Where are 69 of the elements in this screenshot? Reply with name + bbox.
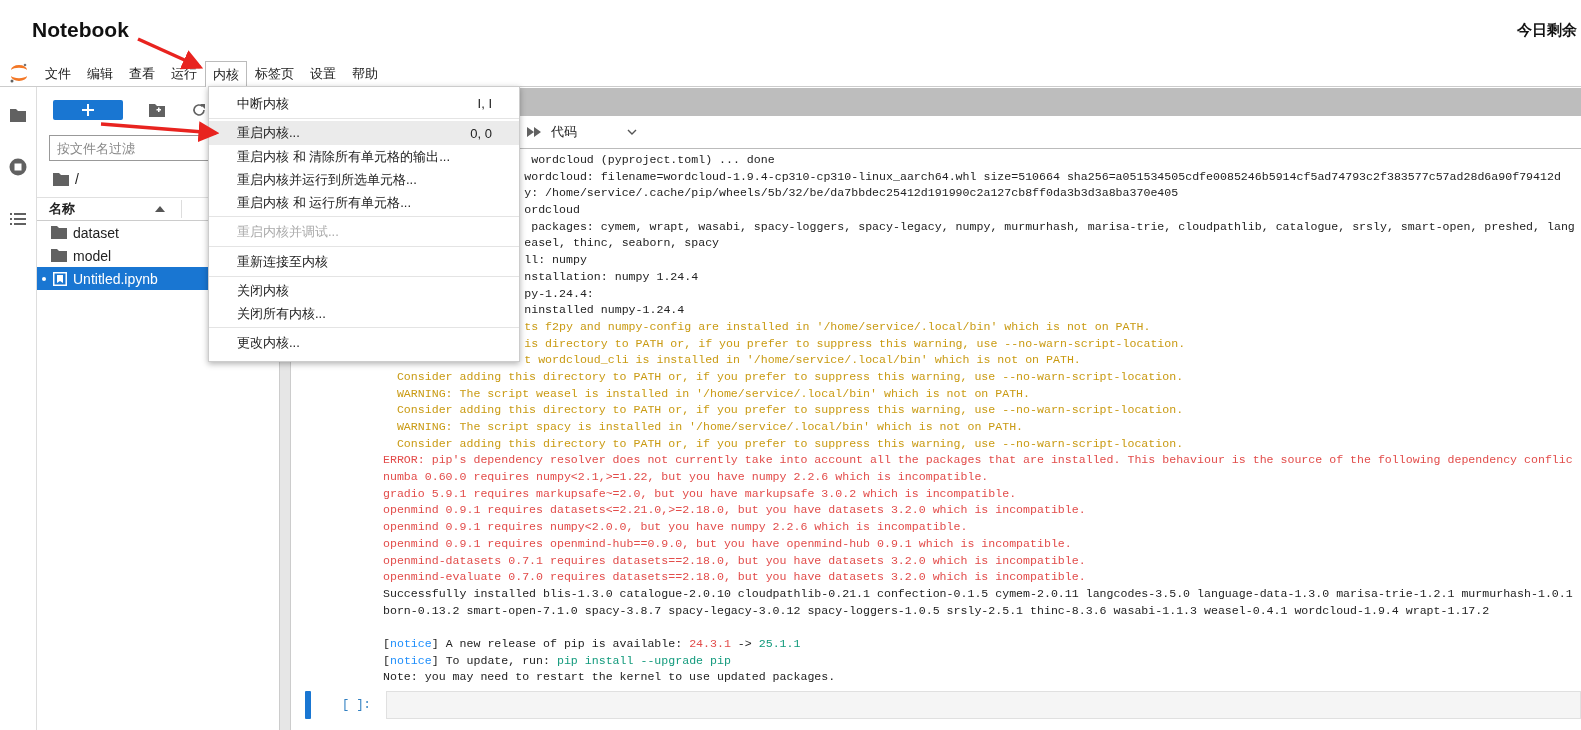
output-line: py-1.24.4: [524,285,595,302]
chevron-down-icon[interactable] [627,129,637,135]
output-line: Consider adding this directory to PATH or, if you prefer to suppress this warning, use --no-warn-script-location. [395,402,1185,419]
plus-icon [82,104,94,116]
menu-bar-item[interactable]: 设置 [302,60,344,86]
folder-icon [51,249,67,262]
breadcrumb-link[interactable]: / [75,171,79,187]
cell-prompt: [ ]: [342,698,372,712]
output-line: Note: you may need to restart the kernel to use updated packages. [383,669,837,686]
page-title: Notebook [32,18,129,42]
output-line: Successfully installed blis-1.3.0 catalogue-2.0.10 cloudpathlib-0.21.1 confection-0.1.5 cymem-2.0.11 langcodes-3.5.0 language-data-1.3.0 marisa-trie-1.2.1 murmurhash-1.0.1 [383,585,1574,602]
menu-bar-item[interactable]: 文件 [37,60,79,86]
output-line: openmind 0.9.1 requires openmind-hub==0.9.0, but you have openmind-hub 0.9.1 which is incompatible. [383,535,1073,552]
shortcut-label: I, I [477,96,492,111]
menu-bar-item[interactable]: 查看 [121,60,163,86]
menu-item[interactable]: 重启内核并运行到所选单元格... [209,168,519,191]
refresh-icon[interactable] [191,102,207,118]
output-line: nstallation: numpy 1.24.4 [524,268,700,285]
output-line: openmind-evaluate 0.7.0 requires datasets==2.18.0, but you have datasets 3.2.0 which is incompatible. [383,569,1087,586]
menu-item[interactable]: 关闭所有内核... [209,302,519,325]
output-line: wordcloud (pyproject.toml) ... done [530,152,776,168]
menu-item[interactable]: 重新连接至内核 [209,249,519,274]
code-cell-input[interactable] [386,691,1581,719]
output-line: openmind 0.9.1 requires datasets<=2.21.0,>=2.18.0, but you have datasets 3.2.0 which is incompatible. [383,502,1087,519]
output-line: ninstalled numpy-1.24.4 [524,302,686,319]
output-line: [notice] To update, run: pip install --upgrade pip [383,652,732,669]
folder-icon[interactable] [53,172,69,186]
sort-caret-icon[interactable] [155,206,165,212]
output-line: easel, thinc, seaborn, spacy [524,235,721,252]
folder-icon [51,226,67,239]
output-line: wordcloud: filename=wordcloud-1.9.4-cp310-cp310-linux_aarch64.whl size=510664 sha256=a051534505cdfe0085246b5914cf5ad74793c2f383577c57ad28d6a90f79412d [524,168,1562,185]
stop-icon[interactable] [8,157,28,177]
new-launcher-button[interactable] [53,100,123,120]
output-line: t wordcloud_cli is installed in '/home/service/.local/bin' which is not on PATH. [524,352,1082,369]
new-folder-icon[interactable] [149,103,165,117]
output-line: ts f2py and numpy-config are installed in '/home/service/.local/bin' which is not on PATH. [524,318,1152,335]
menu-bar-item[interactable]: 运行 [163,60,205,86]
output-line: openmind 0.9.1 requires numpy<2.0.0, but you have numpy 2.2.6 which is incompatible. [383,519,969,536]
output-line: ordcloud [524,202,581,219]
output-line: Consider adding this directory to PATH or, if you prefer to suppress this warning, use --no-warn-script-location. [395,368,1185,385]
menu-bar-item[interactable]: 标签页 [247,60,302,86]
output-line: ERROR: pip's dependency resolver does not currently take into account all the packages that are installed. This behaviour is the source of the following dependency conflic [383,452,1574,469]
menu-item[interactable]: 重启内核... 0, 0 [209,121,519,145]
menu-item[interactable]: 更改内核... [209,330,519,355]
output-line: WARNING: The script spacy is installed in '/home/service/.local/bin' which is not on PATH. [395,419,1025,435]
logo-icon [8,62,30,84]
cell-type-dropdown[interactable]: 代码 [551,123,617,141]
menu-bar-item[interactable]: 内核 [205,61,247,87]
fast-forward-icon[interactable] [527,127,541,137]
output-line: is directory to PATH or, if you prefer to suppress this warning, use --no-warn-script-location. [524,335,1187,352]
output-line: WARNING: The script weasel is installed in '/home/service/.local/bin' which is not on PATH. [395,385,1032,402]
menu-item[interactable]: 重启内核 和 运行所有单元格... [209,191,519,214]
quota-text: 今日剩余 [1517,20,1577,40]
output-line: y: /home/service/.cache/pip/wheels/5b/32/be/da7bbdec25412d191990c2a127cb8ff0da3b3d3a8ba370e405 [524,185,1180,202]
shortcut-label: 0, 0 [470,125,492,141]
column-header[interactable]: 名称 [49,200,155,218]
output-line: Consider adding this directory to PATH or, if you prefer to suppress this warning, use --no-warn-script-location. [395,435,1185,452]
menu-bar-item[interactable]: 编辑 [79,60,121,86]
notebook-file-icon [53,271,67,286]
output-line: gradio 5.9.1 requires markupsafe~=2.0, but you have markupsafe 3.0.2 which is incompatible. [383,485,1018,502]
output-line: born-0.13.2 smart-open-7.1.0 spacy-3.8.7 spacy-legacy-3.0.12 spacy-loggers-1.0.5 srsly-2.5.1 thinc-8.3.6 wasabi-1.1.3 weasel-0.4.1 wordcloud-1.9.4 wrapt-1.17.2 [383,602,1491,619]
menu-bar-item[interactable]: 帮助 [344,60,386,86]
output-line: [notice] A new release of pip is available: 24.3.1 -> 25.1.1 [383,635,802,652]
output-line: numba 0.60.0 requires numpy<2.1,>=1.22, but you have numpy 2.2.6 which is incompatible. [383,469,990,486]
output-line: packages: cymem, wrapt, wasabi, spacy-loggers, spacy-legacy, numpy, murmurhash, marisa-trie, cloudpathlib, catalogue, srsly, smart-open, preshed, lang [530,218,1576,235]
active-cell-marker [305,691,311,719]
output-line: openmind-datasets 0.7.1 requires datasets==2.18.0, but you have datasets 3.2.0 which is incompatible. [383,552,1087,569]
menu-item[interactable]: 中断内核 I, I [209,91,519,116]
output-line: ll: numpy [524,252,588,269]
